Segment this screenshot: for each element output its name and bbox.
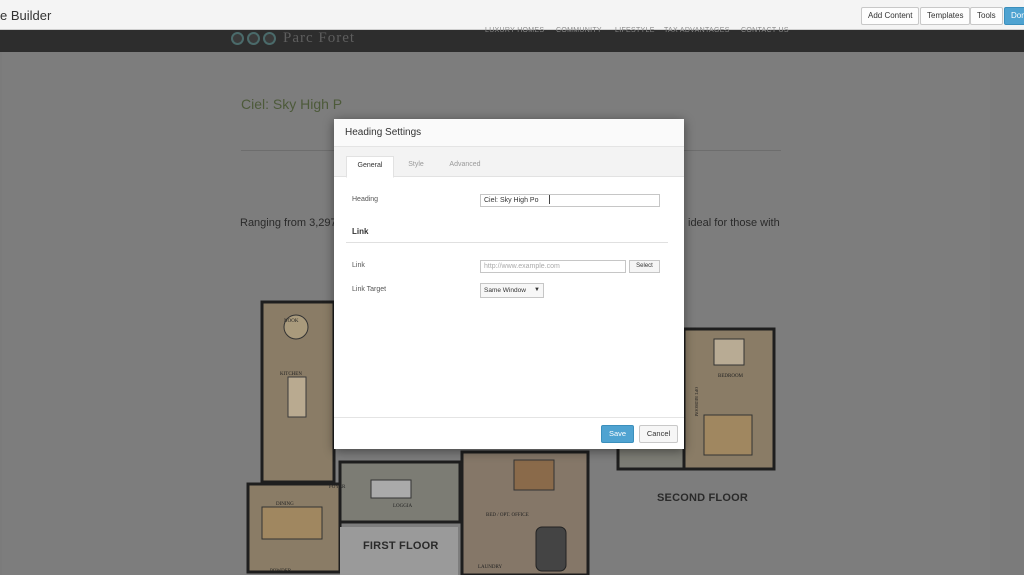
heading-label: Heading	[352, 196, 379, 203]
nav-tax-advantages[interactable]: TAX ADVANTAGES	[664, 27, 730, 34]
screen: e Builder Add Content Templates Tools Do…	[0, 0, 1024, 575]
tools-button[interactable]: Tools	[970, 7, 1003, 25]
heading-settings-dialog: Heading Settings General Style Advanced …	[334, 119, 684, 449]
room-label-bed-office: BED / OPT. OFFICE	[486, 513, 529, 518]
tab-general[interactable]: General	[346, 156, 394, 178]
link-target-select[interactable]: Same Window ▼	[480, 283, 544, 298]
nav-contact-us[interactable]: CONTACT US	[741, 27, 789, 34]
dialog-title: Heading Settings	[345, 127, 422, 138]
nav-community[interactable]: COMMUNITY	[556, 27, 602, 34]
logo-circle-icon	[231, 32, 244, 45]
logo-circle-icon	[263, 32, 276, 45]
dialog-header: Heading Settings	[334, 119, 684, 147]
tab-advanced[interactable]: Advanced	[440, 156, 490, 178]
text-cursor	[549, 195, 550, 204]
select-link-button[interactable]: Select	[629, 260, 660, 273]
builder-toolbar: e Builder Add Content Templates Tools Do…	[0, 0, 1024, 30]
dialog-tabs: General Style Advanced	[334, 147, 684, 178]
page-heading[interactable]: Ciel: Sky High P	[241, 96, 342, 112]
room-label-loggia: LOGGIA	[393, 504, 413, 509]
templates-button[interactable]: Templates	[920, 7, 971, 25]
nav-lifestyle[interactable]: LIFESTYLE	[615, 27, 655, 34]
link-target-label: Link Target	[352, 286, 387, 293]
body-text-right: ideal for those with	[688, 217, 780, 229]
link-label: Link	[352, 262, 365, 269]
body-text-left: Ranging from 3,297	[240, 217, 337, 229]
link-section-title: Link	[352, 227, 369, 236]
tab-style[interactable]: Style	[398, 156, 434, 178]
save-button[interactable]: Save	[601, 425, 634, 443]
link-target-value: Same Window	[484, 287, 526, 294]
chevron-down-icon: ▼	[534, 287, 540, 293]
room-label-laundry: LAUNDRY	[478, 565, 503, 570]
dialog-footer-divider	[334, 417, 684, 418]
room-label-kitchen: KITCHEN	[280, 372, 302, 377]
site-header: Parc Foret LUXURY HOMES COMMUNITY LIFEST…	[0, 27, 1024, 52]
room-label-bedroom: BEDROOM	[718, 374, 744, 379]
builder-title: e Builder	[0, 8, 52, 23]
site-logo: Parc Foret	[283, 30, 356, 46]
room-label-foyer: FOYER	[329, 485, 346, 490]
room-label-powder: POWDER	[270, 569, 292, 574]
room-label-opt-bedroom: OPT. BEDROOM	[694, 387, 699, 417]
first-floor-label: FIRST FLOOR	[363, 540, 439, 552]
link-input[interactable]: http://www.example.com	[480, 260, 626, 273]
add-content-button[interactable]: Add Content	[861, 7, 920, 25]
nav-luxury-homes[interactable]: LUXURY HOMES	[485, 27, 544, 34]
heading-input[interactable]: Ciel: Sky High Po	[480, 194, 660, 207]
second-floor-label: SECOND FLOOR	[657, 492, 749, 504]
section-divider	[346, 242, 668, 243]
room-label-dining: DINING	[276, 502, 294, 507]
logo-circle-icon	[247, 32, 260, 45]
room-label-nook: NOOK	[284, 319, 299, 324]
cancel-button[interactable]: Cancel	[639, 425, 678, 443]
done-button[interactable]: Don	[1004, 7, 1024, 25]
